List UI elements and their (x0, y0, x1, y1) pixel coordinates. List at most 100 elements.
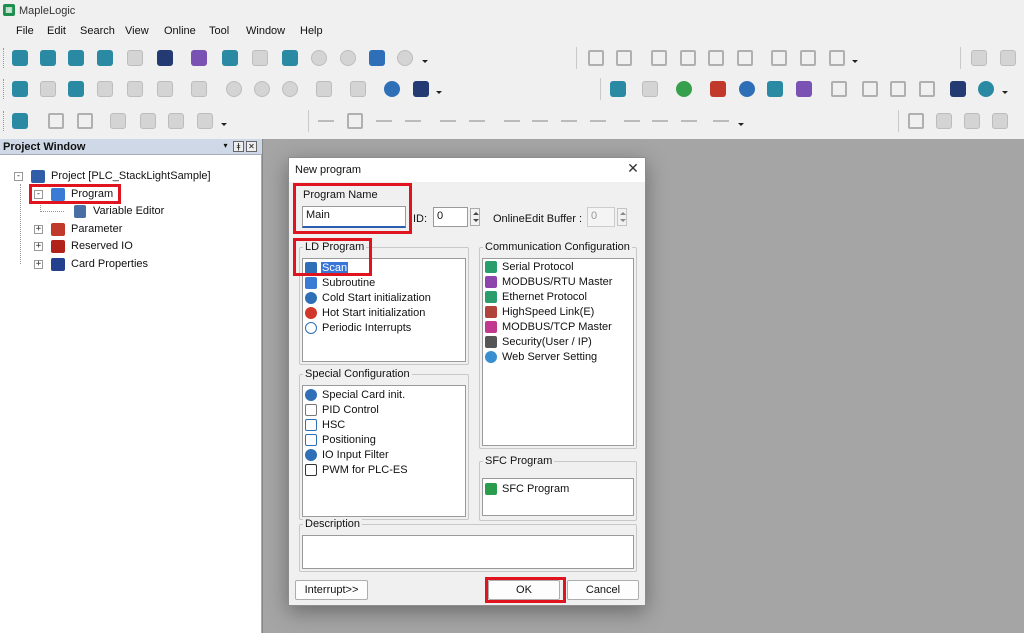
f12-key-icon[interactable] (681, 113, 697, 129)
menu-help[interactable]: Help (300, 25, 323, 37)
tree-item-variable-editor[interactable]: Variable Editor (74, 203, 234, 219)
compare-icon[interactable] (40, 81, 56, 97)
id-spinner[interactable] (470, 208, 480, 226)
plc-icon[interactable] (642, 81, 658, 97)
sfc-list[interactable]: SFC Program (482, 478, 634, 516)
tree-item-reserved-io[interactable]: + Reserved IO (34, 238, 234, 254)
save-icon[interactable] (127, 50, 143, 66)
undo-icon[interactable] (588, 50, 604, 66)
find-icon[interactable] (651, 50, 667, 66)
disabled-circle-icon[interactable] (311, 50, 327, 66)
upload-icon[interactable] (97, 81, 113, 97)
menu-tool[interactable]: Tool (209, 25, 229, 37)
f8-key-icon[interactable] (590, 113, 606, 129)
id-input[interactable]: 0 (433, 207, 468, 227)
zoom-in-icon[interactable] (48, 113, 64, 129)
table-icon[interactable] (110, 113, 126, 129)
tools-icon[interactable] (950, 81, 966, 97)
collapse-icon[interactable]: - (14, 172, 23, 181)
f5-key-icon[interactable] (504, 113, 520, 129)
redo-icon[interactable] (616, 50, 632, 66)
menu-search[interactable]: Search (80, 25, 115, 37)
chevron-down-icon[interactable]: ▾ (220, 141, 231, 152)
table-icon[interactable] (140, 113, 156, 129)
list-icon[interactable] (800, 50, 816, 66)
program-icon[interactable] (282, 50, 298, 66)
chevron-down-icon[interactable] (1002, 91, 1008, 94)
f3-icon[interactable] (405, 113, 421, 129)
monitor-icon[interactable] (1000, 50, 1016, 66)
trend-icon[interactable] (796, 81, 812, 97)
document-icon[interactable] (831, 81, 847, 97)
chevron-down-icon[interactable] (422, 60, 428, 63)
scope-icon[interactable] (413, 81, 429, 97)
menu-edit[interactable]: Edit (47, 25, 66, 37)
table-icon[interactable] (168, 113, 184, 129)
check-icon[interactable] (992, 113, 1008, 129)
expand-icon[interactable]: + (34, 225, 43, 234)
chevron-down-icon[interactable] (221, 123, 227, 126)
table-icon[interactable] (197, 113, 213, 129)
menu-window[interactable]: Window (246, 25, 285, 37)
new-project-icon[interactable] (12, 50, 28, 66)
save-as-icon[interactable] (68, 50, 84, 66)
copy-icon[interactable] (680, 50, 696, 66)
import-icon[interactable] (97, 50, 113, 66)
download-icon[interactable] (68, 81, 84, 97)
monitor-icon[interactable] (971, 50, 987, 66)
chevron-down-icon[interactable] (436, 91, 442, 94)
interrupt-button[interactable]: Interrupt>> (295, 580, 368, 600)
edit-icon[interactable] (737, 50, 753, 66)
f6-key-icon[interactable] (532, 113, 548, 129)
grid-icon[interactable] (191, 50, 207, 66)
step-icon[interactable] (936, 113, 952, 129)
document-icon[interactable] (890, 81, 906, 97)
chevron-down-icon[interactable] (738, 123, 744, 126)
tree-item-project[interactable]: - Project [PLC_StackLightSample] (14, 168, 254, 184)
pin-icon[interactable]: ǂ (233, 141, 244, 152)
monitor-icon[interactable] (191, 81, 207, 97)
verify-icon[interactable] (127, 81, 143, 97)
transfer-icon[interactable] (157, 81, 173, 97)
expand-icon[interactable]: + (34, 242, 43, 251)
document-icon[interactable] (919, 81, 935, 97)
hammer-icon[interactable] (964, 113, 980, 129)
run-icon[interactable] (978, 81, 994, 97)
menu-online[interactable]: Online (164, 25, 196, 37)
lock-icon[interactable] (316, 81, 332, 97)
contact-esc-icon[interactable] (318, 113, 334, 129)
f9-key-icon[interactable] (624, 113, 640, 129)
close-icon[interactable]: ✕ (625, 161, 641, 177)
transfer-icon[interactable] (12, 81, 28, 97)
play-icon[interactable] (908, 113, 924, 129)
link-icon[interactable] (254, 81, 270, 97)
list-icon[interactable] (771, 50, 787, 66)
f4-key-icon[interactable] (469, 113, 485, 129)
menu-view[interactable]: View (125, 25, 149, 37)
globe-icon[interactable] (384, 81, 400, 97)
new-program-icon[interactable] (222, 50, 238, 66)
link-icon[interactable] (226, 81, 242, 97)
link-icon[interactable] (282, 81, 298, 97)
communication-list[interactable]: Serial Protocol MODBUS/RTU Master Ethern… (482, 258, 634, 446)
edit-icon[interactable] (347, 113, 363, 129)
settings-icon[interactable] (739, 81, 755, 97)
description-input[interactable] (302, 535, 634, 569)
sf9-key-icon[interactable] (713, 113, 729, 129)
help-icon[interactable] (397, 50, 413, 66)
print-icon[interactable] (369, 50, 385, 66)
simulator-icon[interactable] (12, 113, 28, 129)
pane-splitter[interactable] (262, 139, 263, 633)
toolbar-grip[interactable] (3, 111, 6, 131)
info-icon[interactable] (350, 81, 366, 97)
f10-key-icon[interactable] (652, 113, 668, 129)
menu-file[interactable]: File (16, 25, 34, 37)
f2-key-icon[interactable] (440, 113, 456, 129)
close-icon[interactable]: ✕ (246, 141, 257, 152)
toolbar-grip[interactable] (3, 48, 6, 68)
calculator-icon[interactable] (767, 81, 783, 97)
error-icon[interactable] (710, 81, 726, 97)
expand-icon[interactable]: + (34, 260, 43, 269)
plc-icon[interactable] (610, 81, 626, 97)
zoom-out-icon[interactable] (77, 113, 93, 129)
